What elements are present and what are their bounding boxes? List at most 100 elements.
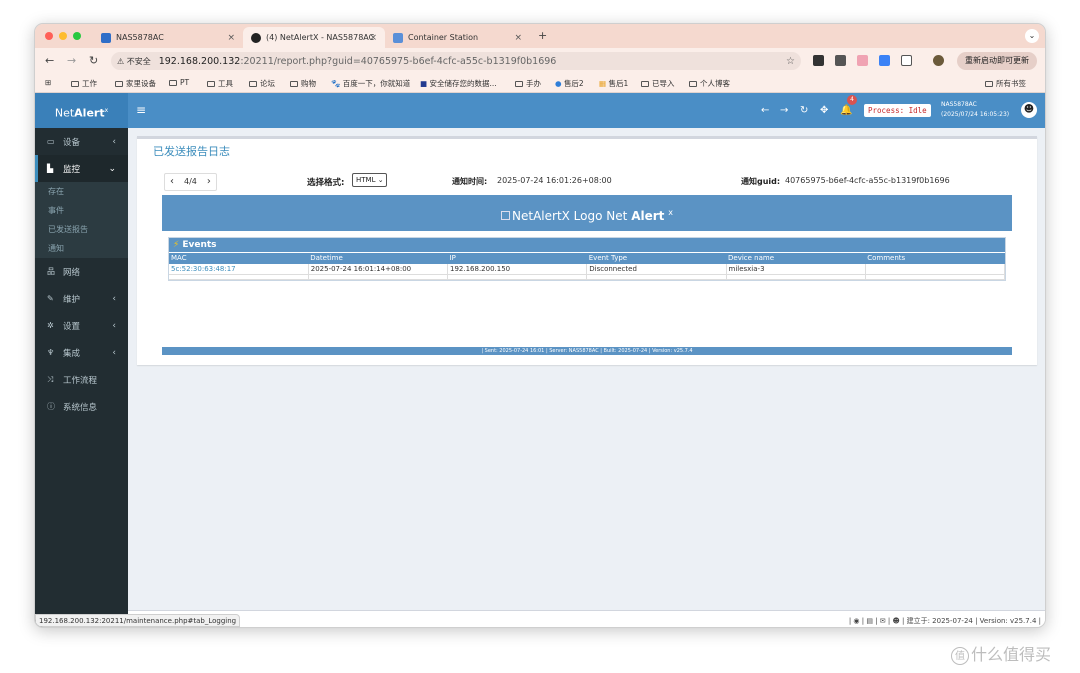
refresh-icon[interactable]: ↻: [800, 105, 808, 116]
user-avatar[interactable]: ☻: [1021, 102, 1037, 118]
sidebar-item-network[interactable]: 品网络: [35, 258, 128, 285]
sidebar-item-integrations[interactable]: ♆ 集成 ‹: [35, 339, 128, 366]
table-cell: 2025-07-24 16:01:14+08:00: [308, 263, 449, 275]
info-icon: ⓘ: [47, 402, 55, 411]
github-icon[interactable]: ◉: [853, 617, 859, 625]
forward-icon[interactable]: →: [67, 54, 76, 67]
new-tab-button[interactable]: +: [538, 29, 547, 42]
qnap-icon: [101, 32, 111, 43]
tab-nas[interactable]: NAS5878AC ×: [93, 27, 243, 48]
bookmark-folder[interactable]: 购物: [290, 78, 316, 89]
extension-icon[interactable]: [813, 55, 824, 66]
bookmark-folder[interactable]: 手办: [515, 78, 541, 89]
sidebar-item-sysinfo[interactable]: ⓘ 系统信息: [35, 393, 128, 420]
sidebar-item-maintenance[interactable]: ✎ 维护 ‹: [35, 285, 128, 312]
bookmark-folder[interactable]: PT: [169, 78, 189, 87]
sidebar-item-monitor[interactable]: ▙ 监控 ⌄: [35, 155, 128, 182]
extension-icon[interactable]: [835, 55, 846, 66]
bookmark-link[interactable]: 🐾 百度一下，你就知道: [331, 78, 410, 89]
tab-search-button[interactable]: ⌄: [1025, 29, 1039, 43]
reload-icon[interactable]: ↻: [89, 54, 98, 67]
watermark: 值什么值得买: [951, 641, 1051, 665]
next-page-button[interactable]: ›: [202, 174, 216, 190]
tab-close-icon[interactable]: ×: [227, 33, 235, 43]
report-header: NetAlertX Logo Net Alert x: [162, 195, 1012, 231]
prev-page-button[interactable]: ‹: [165, 174, 179, 190]
server-name: NAS5878AC: [941, 101, 977, 108]
sidebar-item-notifications[interactable]: 通知: [35, 239, 128, 258]
monitor-submenu: 存在 事件 已发送报告 通知: [35, 182, 128, 258]
chevron-left-icon: ‹: [112, 293, 116, 304]
sidebar-item-settings[interactable]: ✲ 设置 ‹: [35, 312, 128, 339]
bookmark-folder[interactable]: 论坛: [249, 78, 275, 89]
notification-badge: 4: [847, 95, 857, 105]
logo-alt-text: NetAlertX Logo: [512, 209, 603, 223]
chevron-down-icon: ⌄: [108, 163, 116, 174]
book-icon[interactable]: ▤: [866, 617, 873, 625]
report-frame: NetAlertX Logo Net Alert x ⚡ Events MAC D…: [162, 195, 1012, 355]
bookmark-star-icon[interactable]: ☆: [786, 56, 795, 67]
bell-icon[interactable]: 🔔: [840, 105, 852, 116]
column-header: IP: [447, 252, 587, 264]
mac-link[interactable]: 5c:52:30:63:48:17: [169, 263, 309, 275]
sidebar-item-sent-reports[interactable]: 已发送报告: [35, 220, 128, 239]
fullscreen-icon[interactable]: ✥: [820, 105, 828, 116]
apps-icon[interactable]: ⊞: [45, 78, 51, 87]
bookmark-link[interactable]: ▦ 售后1: [599, 78, 628, 89]
tab-container-station[interactable]: Container Station ×: [385, 27, 530, 48]
profile-avatar[interactable]: [933, 55, 944, 66]
forward-icon[interactable]: →: [780, 105, 788, 116]
extension-icon[interactable]: [857, 55, 868, 66]
back-icon[interactable]: ←: [761, 105, 769, 116]
zoom-window-button[interactable]: [73, 32, 81, 40]
main-content: 已发送报告日志 ‹ 4/4 › 选择格式: HTML ⌄ 通知时间: 2025-…: [128, 128, 1045, 627]
bookmark-folder[interactable]: 个人博客: [689, 78, 730, 89]
tab-close-icon[interactable]: ×: [369, 33, 377, 43]
sidebar-item-workflows[interactable]: ⤨ 工作流程: [35, 366, 128, 393]
tab-close-icon[interactable]: ×: [514, 33, 522, 43]
bookmark-folder[interactable]: 工具: [207, 78, 233, 89]
network-icon: 品: [47, 267, 55, 276]
events-title: ⚡ Events: [169, 238, 1005, 252]
discord-icon[interactable]: ☻: [892, 617, 899, 625]
bookmark-folder[interactable]: 家里设备: [115, 78, 156, 89]
sidebar-item-devices[interactable]: ▭ 设备 ‹: [35, 128, 128, 155]
guid-value: 40765975-b6ef-4cfc-a55c-b1319f0b1696: [785, 176, 950, 185]
tab-title: (4) NetAlertX - NAS5878AC: [266, 33, 375, 42]
sidebar-toggle-icon[interactable]: ≡: [136, 103, 146, 117]
chevron-down-icon: ⌄: [377, 176, 384, 184]
process-status: Process: Idle: [864, 104, 931, 117]
plug-icon: ♆: [47, 348, 55, 357]
not-secure-badge[interactable]: ⚠ 不安全: [117, 56, 151, 67]
column-header: Datetime: [308, 252, 448, 264]
browser-toolbar: ← → ↻ ⚠ 不安全 192.168.200.132:20211/report…: [35, 48, 1045, 74]
page-footer: | ◉ | ▤ | ✉ | ☻ | 建立于: 2025-07-24 | Vers…: [128, 610, 1045, 627]
back-icon[interactable]: ←: [45, 54, 54, 67]
netalertx-icon: [251, 32, 261, 43]
bookmark-link[interactable]: ■ 安全储存您的数据...: [420, 78, 497, 89]
tab-title: Container Station: [408, 33, 479, 42]
brand-logo[interactable]: NetAlertx: [35, 93, 128, 128]
forum-icon[interactable]: ✉: [880, 617, 886, 625]
bookmark-link[interactable]: ● 售后2: [555, 78, 584, 89]
extensions-puzzle-icon[interactable]: [901, 55, 912, 66]
bookmark-folder[interactable]: 已导入: [641, 78, 675, 89]
extension-icon[interactable]: [879, 55, 890, 66]
column-header: MAC: [169, 252, 309, 264]
browser-status-url: 192.168.200.132:20211/maintenance.php#ta…: [35, 614, 241, 627]
sidebar-item-events[interactable]: 事件: [35, 201, 128, 220]
sidebar-item-presence[interactable]: 存在: [35, 182, 128, 201]
all-bookmarks-folder[interactable]: 所有书签: [985, 78, 1026, 89]
address-bar[interactable]: ⚠ 不安全 192.168.200.132:20211/report.php?g…: [111, 52, 801, 70]
format-select[interactable]: HTML ⌄: [352, 173, 387, 187]
events-table: MAC Datetime IP Event Type Device name C…: [169, 252, 1006, 280]
shuffle-icon: ⤨: [47, 374, 54, 384]
tab-netalertx[interactable]: (4) NetAlertX - NAS5878AC ×: [243, 27, 385, 48]
table-cell: [865, 263, 1006, 275]
close-window-button[interactable]: [45, 32, 53, 40]
bookmark-folder[interactable]: 工作: [71, 78, 97, 89]
update-button[interactable]: 重新启动即可更新: [957, 52, 1037, 70]
server-time: (2025/07/24 16:05:23): [941, 111, 1010, 118]
sidebar: ▭ 设备 ‹ ▙ 监控 ⌄ 存在 事件 已发送报告 通知 品网络 ✎ 维护 ‹ ✲ 设置 ‹ ♆…: [35, 128, 128, 627]
minimize-window-button[interactable]: [59, 32, 67, 40]
